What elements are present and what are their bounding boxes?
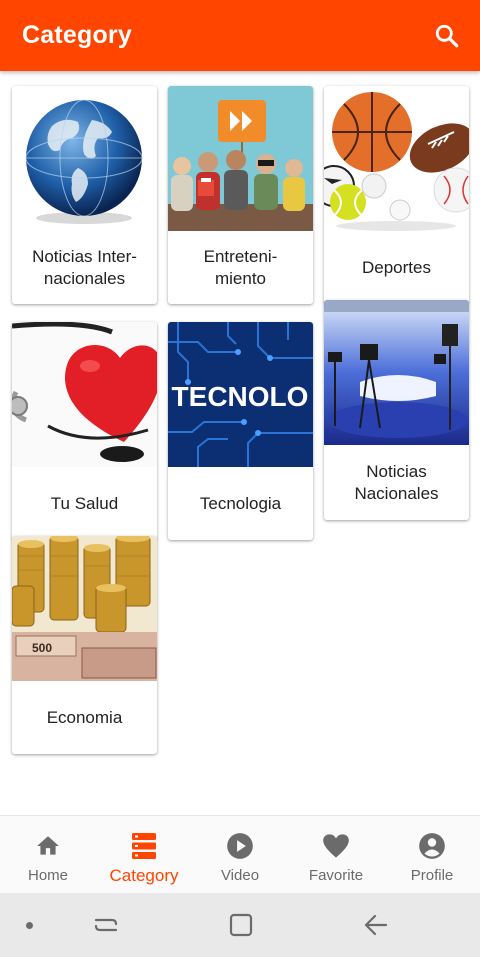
- nav-category[interactable]: Category: [96, 816, 192, 894]
- nav-video[interactable]: Video: [192, 816, 288, 894]
- play-circle-icon: [226, 832, 254, 860]
- app-bar: Category: [0, 0, 480, 71]
- account-circle-icon: [418, 832, 446, 860]
- recents-icon[interactable]: [92, 911, 120, 944]
- nav-category-label: Category: [109, 866, 179, 885]
- category-label: Deportes: [362, 257, 431, 277]
- nav-profile-label: Profile: [410, 867, 454, 884]
- home-square-icon[interactable]: [227, 911, 255, 944]
- category-label: Entreteni- miento: [203, 246, 278, 288]
- nav-home-label: Home: [27, 867, 68, 884]
- category-icon: [130, 832, 158, 860]
- category-card-entretenimiento[interactable]: Entreteni- miento: [168, 86, 313, 304]
- sports-balls-image: [324, 86, 469, 231]
- nav-favorite-label: Favorite: [308, 867, 364, 884]
- category-card-nacionales[interactable]: Noticias Nacionales: [324, 300, 469, 520]
- nav-video-label: Video: [220, 867, 260, 884]
- nav-home[interactable]: Home: [0, 816, 96, 894]
- nav-favorite[interactable]: Favorite: [288, 816, 384, 894]
- audience-image: [168, 86, 313, 231]
- bottom-navigation: Home Category Video Favorite Profile: [0, 815, 480, 894]
- heart-icon: [322, 832, 350, 860]
- nav-profile[interactable]: Profile: [384, 816, 480, 894]
- system-nav-bar: [0, 893, 480, 957]
- dot-icon: [26, 922, 33, 929]
- home-icon: [34, 832, 62, 860]
- category-card-economia[interactable]: 500 Economia: [12, 536, 157, 754]
- category-card-tecnologia[interactable]: TECNOLO Tecnologia: [168, 322, 313, 540]
- category-card-internacionales[interactable]: Noticias Inter- nacionales: [12, 86, 157, 304]
- circuit-board-image: TECNOLO: [168, 322, 313, 467]
- category-label: Noticias Inter- nacionales: [32, 246, 137, 288]
- search-icon[interactable]: [432, 21, 462, 51]
- page-title: Category: [22, 21, 132, 49]
- category-label: Economia: [46, 707, 123, 727]
- back-arrow-icon[interactable]: [362, 911, 390, 944]
- tecnologia-image-text: TECNOLO: [172, 381, 309, 412]
- tv-studio-image: [324, 300, 469, 445]
- economia-image-text: 500: [32, 641, 52, 655]
- heart-stethoscope-image: [12, 322, 157, 467]
- globe-image: [12, 86, 157, 231]
- category-card-deportes[interactable]: Deportes: [324, 86, 469, 304]
- category-card-tu-salud[interactable]: Tu Salud: [12, 322, 157, 540]
- category-label: Tu Salud: [50, 493, 119, 513]
- category-label: Noticias Nacionales: [354, 461, 439, 503]
- coins-banknotes-image: 500: [12, 536, 157, 681]
- category-label: Tecnologia: [199, 493, 282, 513]
